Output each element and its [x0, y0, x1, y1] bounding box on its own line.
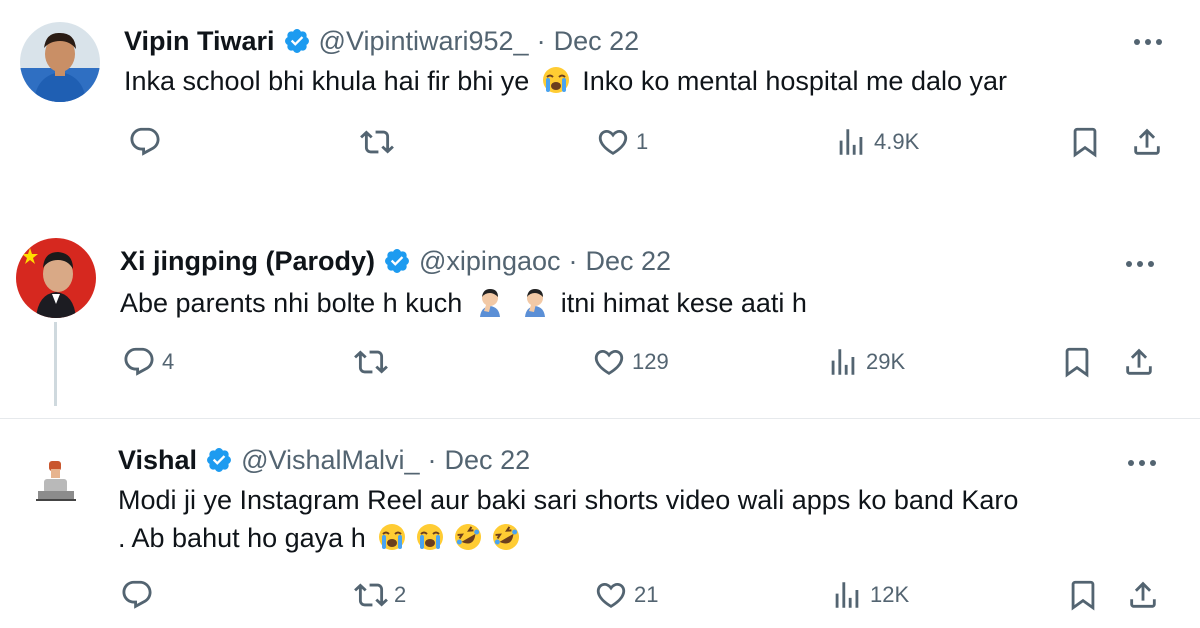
- retweet-icon: [360, 130, 394, 154]
- bookmark-icon: [1071, 580, 1095, 611]
- action-bar: 4 129 29K: [0, 342, 1200, 382]
- verified-badge-icon: [283, 27, 311, 55]
- share-button[interactable]: [1130, 122, 1164, 162]
- like-icon: [598, 129, 628, 155]
- tweet-text-line-2: . Ab bahut ho gaya h: [118, 519, 1178, 557]
- display-name[interactable]: Xi jingping (Parody): [120, 244, 375, 278]
- retweet-count: 2: [394, 582, 407, 607]
- views-button[interactable]: 12K: [830, 575, 909, 615]
- timestamp[interactable]: Dec 22: [586, 244, 672, 278]
- like-button[interactable]: 21: [594, 575, 658, 615]
- separator: ·: [427, 445, 437, 475]
- more-icon[interactable]: [1122, 453, 1162, 473]
- tweet-text-part: . Ab bahut ho gaya h: [118, 523, 366, 553]
- separator: ·: [536, 26, 546, 56]
- like-icon: [596, 582, 626, 608]
- bookmark-button[interactable]: [1068, 122, 1102, 162]
- like-count: 21: [634, 582, 659, 607]
- view-count: 4.9K: [874, 129, 920, 154]
- retweet-button[interactable]: 2: [354, 575, 406, 615]
- like-button[interactable]: 1: [596, 122, 648, 162]
- tweet-text-part: Inko ko mental hospital me dalo yar: [582, 66, 1008, 96]
- avatar[interactable]: [20, 22, 100, 102]
- share-icon: [1126, 348, 1152, 375]
- tweet-text-part: Abe parents nhi bolte h kuch: [120, 288, 463, 318]
- tweet-header: Xi jingping (Parody) @xipingaoc · Dec 22: [120, 244, 671, 278]
- reply-button[interactable]: [128, 122, 168, 162]
- rolling-on-floor-laughing-emoji: [491, 522, 521, 552]
- loudly-crying-face-emoji: [541, 65, 571, 95]
- tweet[interactable]: Xi jingping (Parody) @xipingaoc · Dec 22…: [0, 222, 1200, 416]
- tweet[interactable]: Vipin Tiwari @Vipintiwari952_ · Dec 22 I…: [0, 0, 1200, 198]
- rolling-on-floor-laughing-emoji: [453, 522, 483, 552]
- like-count: 1: [636, 129, 649, 154]
- bookmark-icon: [1065, 347, 1089, 378]
- display-name[interactable]: Vipin Tiwari: [124, 24, 275, 58]
- handle[interactable]: @VishalMalvi_: [241, 443, 419, 477]
- tweet[interactable]: Vishal @VishalMalvi_ · Dec 22 Modi ji ye…: [0, 418, 1200, 628]
- separator: ·: [568, 246, 578, 276]
- view-count: 29K: [866, 349, 906, 374]
- share-icon: [1130, 581, 1156, 608]
- loudly-crying-face-emoji: [415, 522, 445, 552]
- verified-badge-icon: [383, 247, 411, 275]
- like-count: 129: [632, 349, 669, 374]
- retweet-icon: [354, 350, 388, 374]
- reply-icon: [124, 347, 154, 376]
- like-icon: [594, 349, 624, 375]
- loudly-crying-face-emoji: [377, 522, 407, 552]
- share-icon: [1134, 128, 1160, 155]
- bookmark-button[interactable]: [1066, 575, 1100, 615]
- retweet-button[interactable]: [354, 342, 394, 382]
- handle[interactable]: @xipingaoc: [419, 244, 561, 278]
- handle[interactable]: @Vipintiwari952_: [319, 24, 529, 58]
- tweet-text-part: itni himat kese aati h: [560, 288, 807, 318]
- reply-count: 4: [162, 349, 175, 374]
- reply-icon: [130, 127, 160, 156]
- tweet-text-part: Inka school bhi khula hai fir bhi ye: [124, 66, 530, 96]
- reply-button[interactable]: [120, 575, 160, 615]
- tweet-header: Vipin Tiwari @Vipintiwari952_ · Dec 22: [124, 24, 639, 58]
- retweet-icon: [354, 583, 388, 607]
- view-count: 12K: [870, 582, 910, 607]
- views-icon: [835, 582, 859, 608]
- facepalm-emoji: [474, 287, 504, 317]
- share-button[interactable]: [1122, 342, 1156, 382]
- tweet-header: Vishal @VishalMalvi_ · Dec 22: [118, 443, 530, 477]
- reply-button[interactable]: 4: [122, 342, 174, 382]
- tweet-text-line: Modi ji ye Instagram Reel aur baki sari …: [118, 485, 1019, 515]
- display-name[interactable]: Vishal: [118, 443, 197, 477]
- views-button[interactable]: 4.9K: [834, 122, 919, 162]
- like-button[interactable]: 129: [592, 342, 669, 382]
- bookmark-icon: [1073, 127, 1097, 158]
- avatar[interactable]: [18, 439, 98, 519]
- timestamp[interactable]: Dec 22: [554, 24, 640, 58]
- facepalm-emoji: [519, 287, 549, 317]
- tweet-text: Abe parents nhi bolte h kuch itni himat …: [120, 284, 807, 322]
- reply-icon: [122, 580, 152, 609]
- retweet-button[interactable]: [360, 122, 400, 162]
- more-icon[interactable]: [1120, 254, 1160, 274]
- tweet-text: Modi ji ye Instagram Reel aur baki sari …: [118, 481, 1178, 557]
- more-icon[interactable]: [1128, 32, 1168, 52]
- views-icon: [839, 129, 863, 155]
- share-button[interactable]: [1126, 575, 1160, 615]
- action-bar: 1 4.9K: [0, 122, 1200, 162]
- views-button[interactable]: 29K: [826, 342, 905, 382]
- avatar[interactable]: [16, 238, 96, 318]
- timestamp[interactable]: Dec 22: [445, 443, 531, 477]
- views-icon: [831, 349, 855, 375]
- tweet-text: Inka school bhi khula hai fir bhi ye Ink…: [124, 62, 1007, 100]
- verified-badge-icon: [205, 446, 233, 474]
- action-bar: 2 21 12K: [0, 575, 1200, 615]
- bookmark-button[interactable]: [1060, 342, 1094, 382]
